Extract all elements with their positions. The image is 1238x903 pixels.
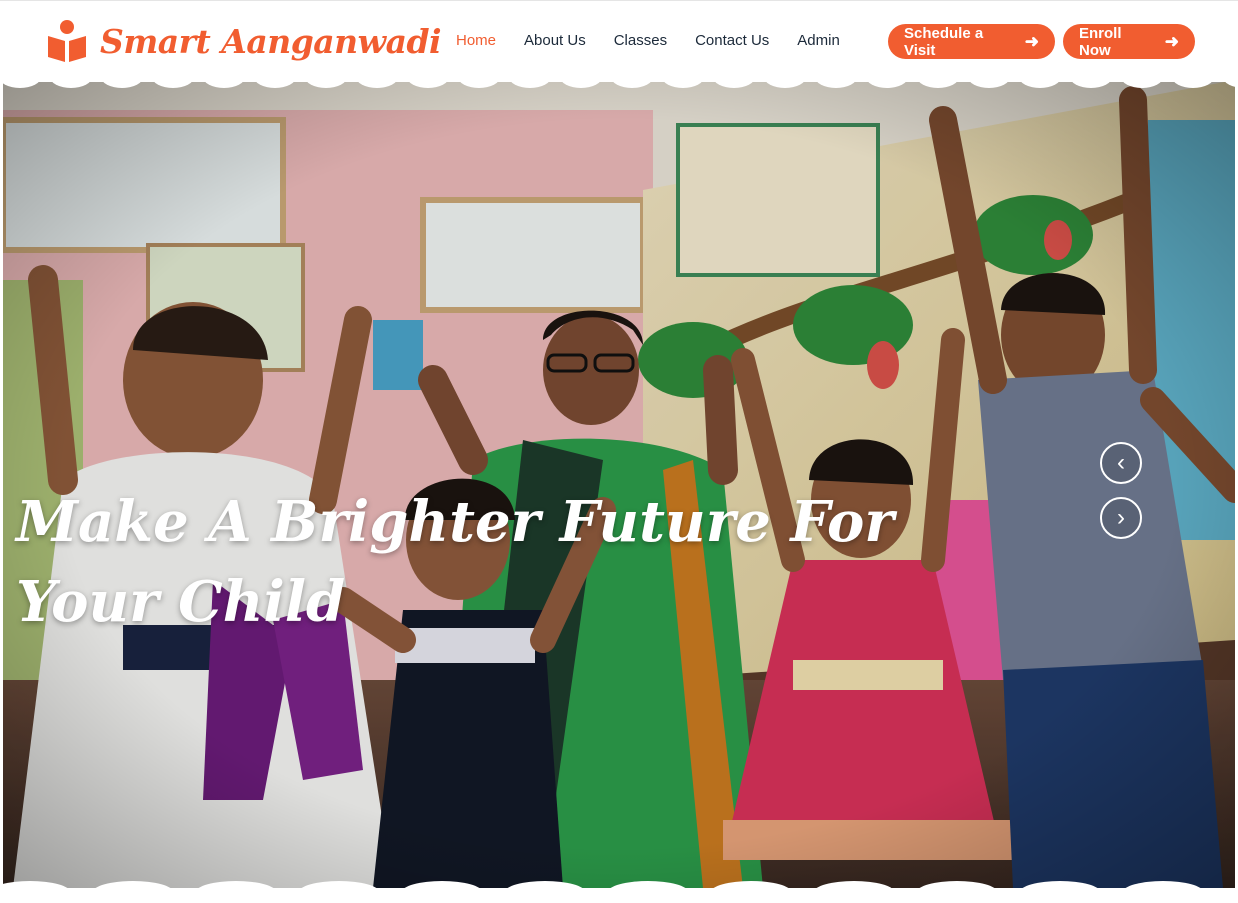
chevron-right-icon: › [1117, 504, 1125, 531]
schedule-visit-label: Schedule a Visit [904, 24, 984, 59]
site-header: Smart Aanganwadi Home About Us Classes C… [0, 0, 1238, 82]
nav-about-us[interactable]: About Us [524, 32, 586, 49]
hero-slider: Make A Brighter Future For Your Child ‹ … [3, 80, 1235, 888]
arrow-right-icon: ➜ [1024, 31, 1039, 51]
slider-next-button[interactable]: › [1100, 497, 1142, 539]
brand-logo[interactable]: Smart Aanganwadi [46, 19, 442, 63]
slider-prev-button[interactable]: ‹ [1100, 442, 1142, 484]
nav-classes[interactable]: Classes [614, 32, 667, 49]
hero-title-line2: Your Child [16, 569, 346, 635]
nav-contact-us[interactable]: Contact Us [695, 32, 769, 49]
enroll-now-label: Enroll Now [1079, 24, 1122, 59]
schedule-visit-button[interactable]: Schedule a Visit ➜ [888, 24, 1055, 59]
enroll-now-button[interactable]: Enroll Now ➜ [1063, 24, 1195, 59]
hero-title: Make A Brighter Future For Your Child [16, 482, 894, 642]
arrow-right-icon: ➜ [1164, 31, 1179, 51]
chevron-left-icon: ‹ [1117, 449, 1125, 476]
book-reader-icon [48, 20, 86, 62]
hero-title-line1: Make A Brighter Future For [16, 489, 894, 555]
nav-admin[interactable]: Admin [797, 32, 840, 49]
brand-name: Smart Aanganwadi [100, 21, 442, 61]
main-nav: Home About Us Classes Contact Us Admin [456, 32, 868, 49]
nav-home[interactable]: Home [456, 32, 496, 49]
hero-bottom-scallop-edge [0, 881, 1238, 903]
